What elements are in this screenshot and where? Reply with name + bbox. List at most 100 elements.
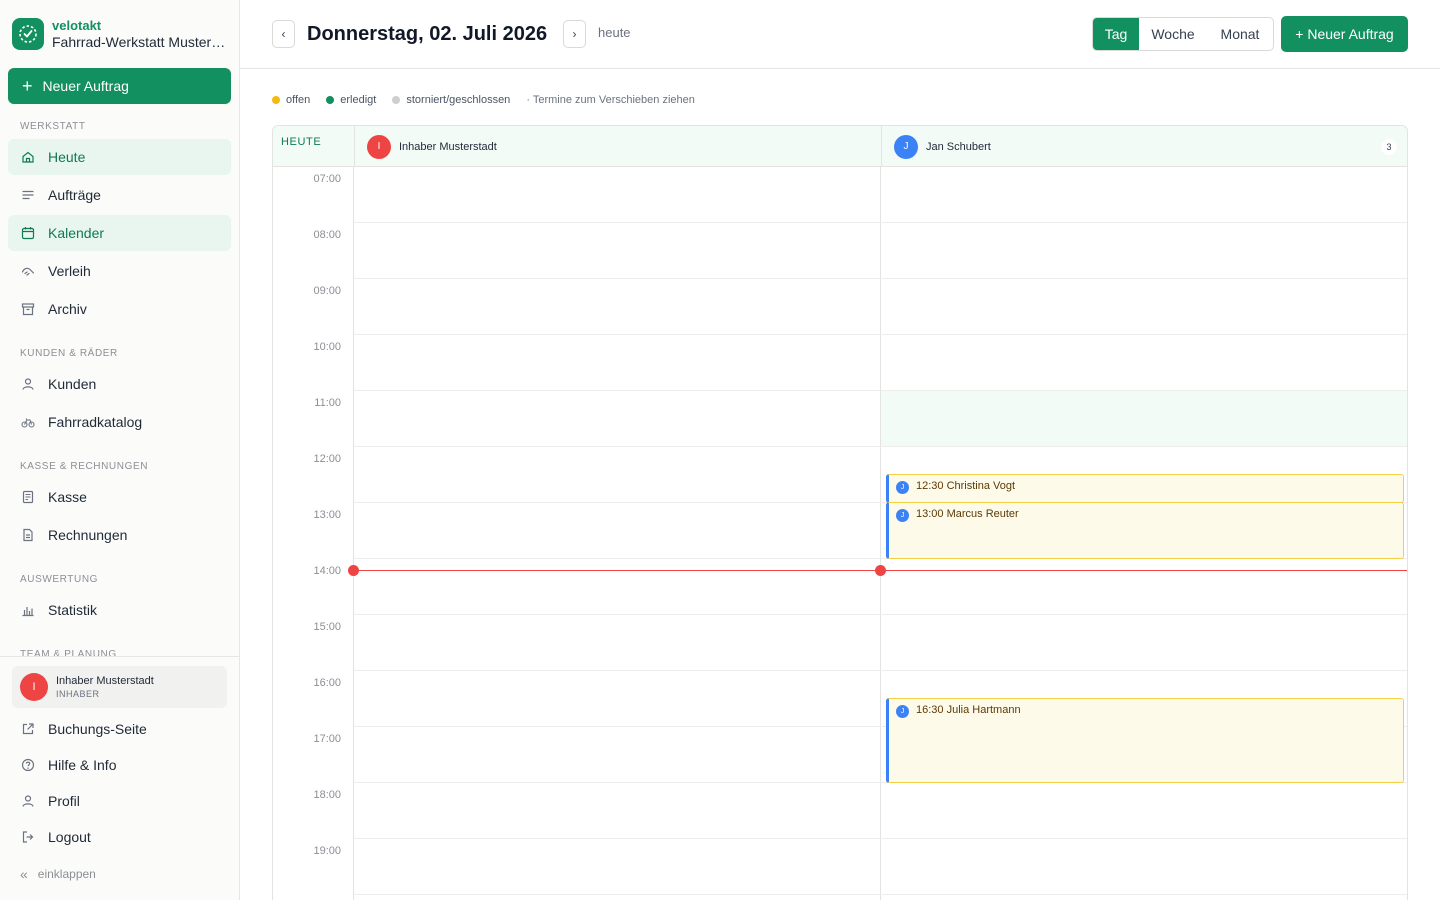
- hour-line: [354, 390, 881, 391]
- nav-item-kalender[interactable]: Kalender: [8, 215, 231, 251]
- hour-line: [354, 222, 881, 223]
- time-label: 11:00: [314, 397, 341, 409]
- nav-label: Fahrradkatalog: [48, 414, 143, 430]
- register-icon: [20, 489, 36, 505]
- view-week-button[interactable]: Woche: [1139, 18, 1207, 50]
- nav-item-fahrradkatalog[interactable]: Fahrradkatalog: [8, 404, 231, 440]
- next-day-button[interactable]: ›: [563, 20, 586, 48]
- hour-line: [881, 894, 1407, 895]
- avatar: J: [894, 134, 918, 159]
- logout-link[interactable]: Logout: [8, 822, 231, 852]
- prev-day-button[interactable]: ‹: [272, 20, 295, 48]
- sidebar: velotakt Fahrrad-Werkstatt Musterstadt +…: [0, 0, 240, 900]
- time-gutter: 07:00 08:00 09:00 10:00 11:00 12:00 13:00 14:00…: [273, 167, 354, 900]
- user-card[interactable]: I Inhaber Musterstadt INHABER: [12, 666, 227, 708]
- view-month-button[interactable]: Monat: [1207, 18, 1273, 50]
- staff-name: Inhaber Musterstadt: [399, 140, 497, 153]
- nav-label: Statistik: [48, 602, 98, 618]
- handshake-icon: [20, 263, 36, 279]
- hour-line: [354, 334, 881, 335]
- calendar-header: HEUTE I Inhaber Musterstadt J Jan Schube…: [273, 126, 1407, 167]
- legend-done: erledigt: [326, 94, 376, 106]
- hour-line: [354, 558, 881, 559]
- nav-item-statistik[interactable]: Statistik: [8, 592, 231, 628]
- nav-item-verleih[interactable]: Verleih: [8, 253, 231, 289]
- view-day-button[interactable]: Tag: [1093, 18, 1139, 50]
- section-auswertung: AUSWERTUNG: [20, 574, 99, 585]
- new-order-button-top[interactable]: + Neuer Auftrag: [1281, 16, 1408, 52]
- external-link-icon: [20, 721, 36, 737]
- nav-label: Aufträge: [48, 187, 101, 203]
- today-button[interactable]: heute: [598, 25, 631, 40]
- hour-line: [354, 894, 881, 895]
- time-label: 16:00: [313, 677, 341, 689]
- time-label: 09:00: [313, 285, 341, 297]
- nav-item-kunden[interactable]: Kunden: [8, 366, 231, 402]
- column-header-inhaber[interactable]: I Inhaber Musterstadt: [354, 126, 881, 167]
- cancelled-dot: [392, 96, 401, 104]
- time-label: 10:00: [313, 341, 341, 353]
- hour-line: [354, 670, 881, 671]
- appointment-card[interactable]: J 16:30 Julia Hartmann: [886, 698, 1404, 783]
- avatar: J: [896, 481, 909, 494]
- profile-link[interactable]: Profil: [8, 786, 231, 816]
- foot-label: Hilfe & Info: [48, 757, 117, 773]
- plus-icon: +: [22, 76, 33, 96]
- section-team: TEAM & PLANUNG: [20, 649, 117, 656]
- nav-item-auftraege[interactable]: Aufträge: [8, 177, 231, 213]
- open-dot: [272, 96, 280, 104]
- appointment-count-badge: 3: [1381, 139, 1397, 155]
- hour-line: [881, 390, 1407, 391]
- section-kasse: KASSE & RECHNUNGEN: [20, 461, 149, 472]
- sidebar-divider: [0, 656, 239, 657]
- help-link[interactable]: Hilfe & Info: [8, 750, 231, 780]
- hour-line: [881, 838, 1407, 839]
- nav-item-rechnungen[interactable]: Rechnungen: [8, 517, 231, 553]
- time-label: 08:00: [313, 229, 341, 241]
- user-icon: [20, 376, 36, 392]
- calendar-icon: [20, 225, 36, 241]
- time-label: 07:00: [313, 173, 341, 185]
- archive-icon: [20, 301, 36, 317]
- double-chevron-left-icon: «: [20, 866, 28, 882]
- foot-label: Profil: [48, 793, 80, 809]
- collapse-sidebar-button[interactable]: « einklappen: [20, 866, 96, 882]
- nav-label: Archiv: [48, 301, 87, 317]
- appointment-card[interactable]: J 12:30 Christina Vogt: [886, 474, 1404, 503]
- bar-chart-icon: [20, 602, 36, 618]
- topbar: ‹ Donnerstag, 02. Juli 2026 › heute Tag …: [240, 0, 1440, 69]
- new-order-label: Neuer Auftrag: [42, 78, 129, 94]
- home-icon: [20, 149, 36, 165]
- nav-label: Heute: [48, 149, 86, 165]
- legend-cancelled-label: storniert/geschlossen: [406, 94, 511, 106]
- hour-line: [881, 614, 1407, 615]
- time-label: 13:00: [313, 509, 341, 521]
- column-inhaber[interactable]: [354, 167, 881, 900]
- column-header-jan[interactable]: J Jan Schubert 3: [881, 126, 1407, 167]
- brand-name: velotakt: [52, 17, 102, 33]
- hour-line: [354, 502, 881, 503]
- time-label: 17:00: [313, 733, 341, 745]
- help-icon: [20, 757, 36, 773]
- nav-item-kasse[interactable]: Kasse: [8, 479, 231, 515]
- new-order-button[interactable]: + Neuer Auftrag: [8, 68, 231, 104]
- nav-item-archiv[interactable]: Archiv: [8, 291, 231, 327]
- booking-page-link[interactable]: Buchungs-Seite: [8, 714, 231, 744]
- nav-label: Kasse: [48, 489, 87, 505]
- user-role: INHABER: [56, 689, 100, 699]
- foot-label: Buchungs-Seite: [48, 721, 147, 737]
- brand[interactable]: velotakt Fahrrad-Werkstatt Musterstadt: [12, 16, 232, 52]
- time-label: 19:00: [313, 845, 341, 857]
- hover-slot[interactable]: [881, 391, 1407, 447]
- hour-line: [881, 670, 1407, 671]
- appointment-card[interactable]: J 13:00 Marcus Reuter: [886, 502, 1404, 559]
- nav-item-heute[interactable]: Heute: [8, 139, 231, 175]
- hour-line: [354, 614, 881, 615]
- status-legend: offen erledigt storniert/geschlossen · T…: [272, 94, 695, 106]
- appointment-label: 13:00 Marcus Reuter: [916, 508, 1019, 520]
- time-label: 14:00: [313, 565, 341, 577]
- avatar: I: [20, 673, 48, 701]
- user-name: Inhaber Musterstadt: [56, 675, 154, 687]
- clock-logo-icon: [12, 18, 44, 50]
- nav-label: Verleih: [48, 263, 91, 279]
